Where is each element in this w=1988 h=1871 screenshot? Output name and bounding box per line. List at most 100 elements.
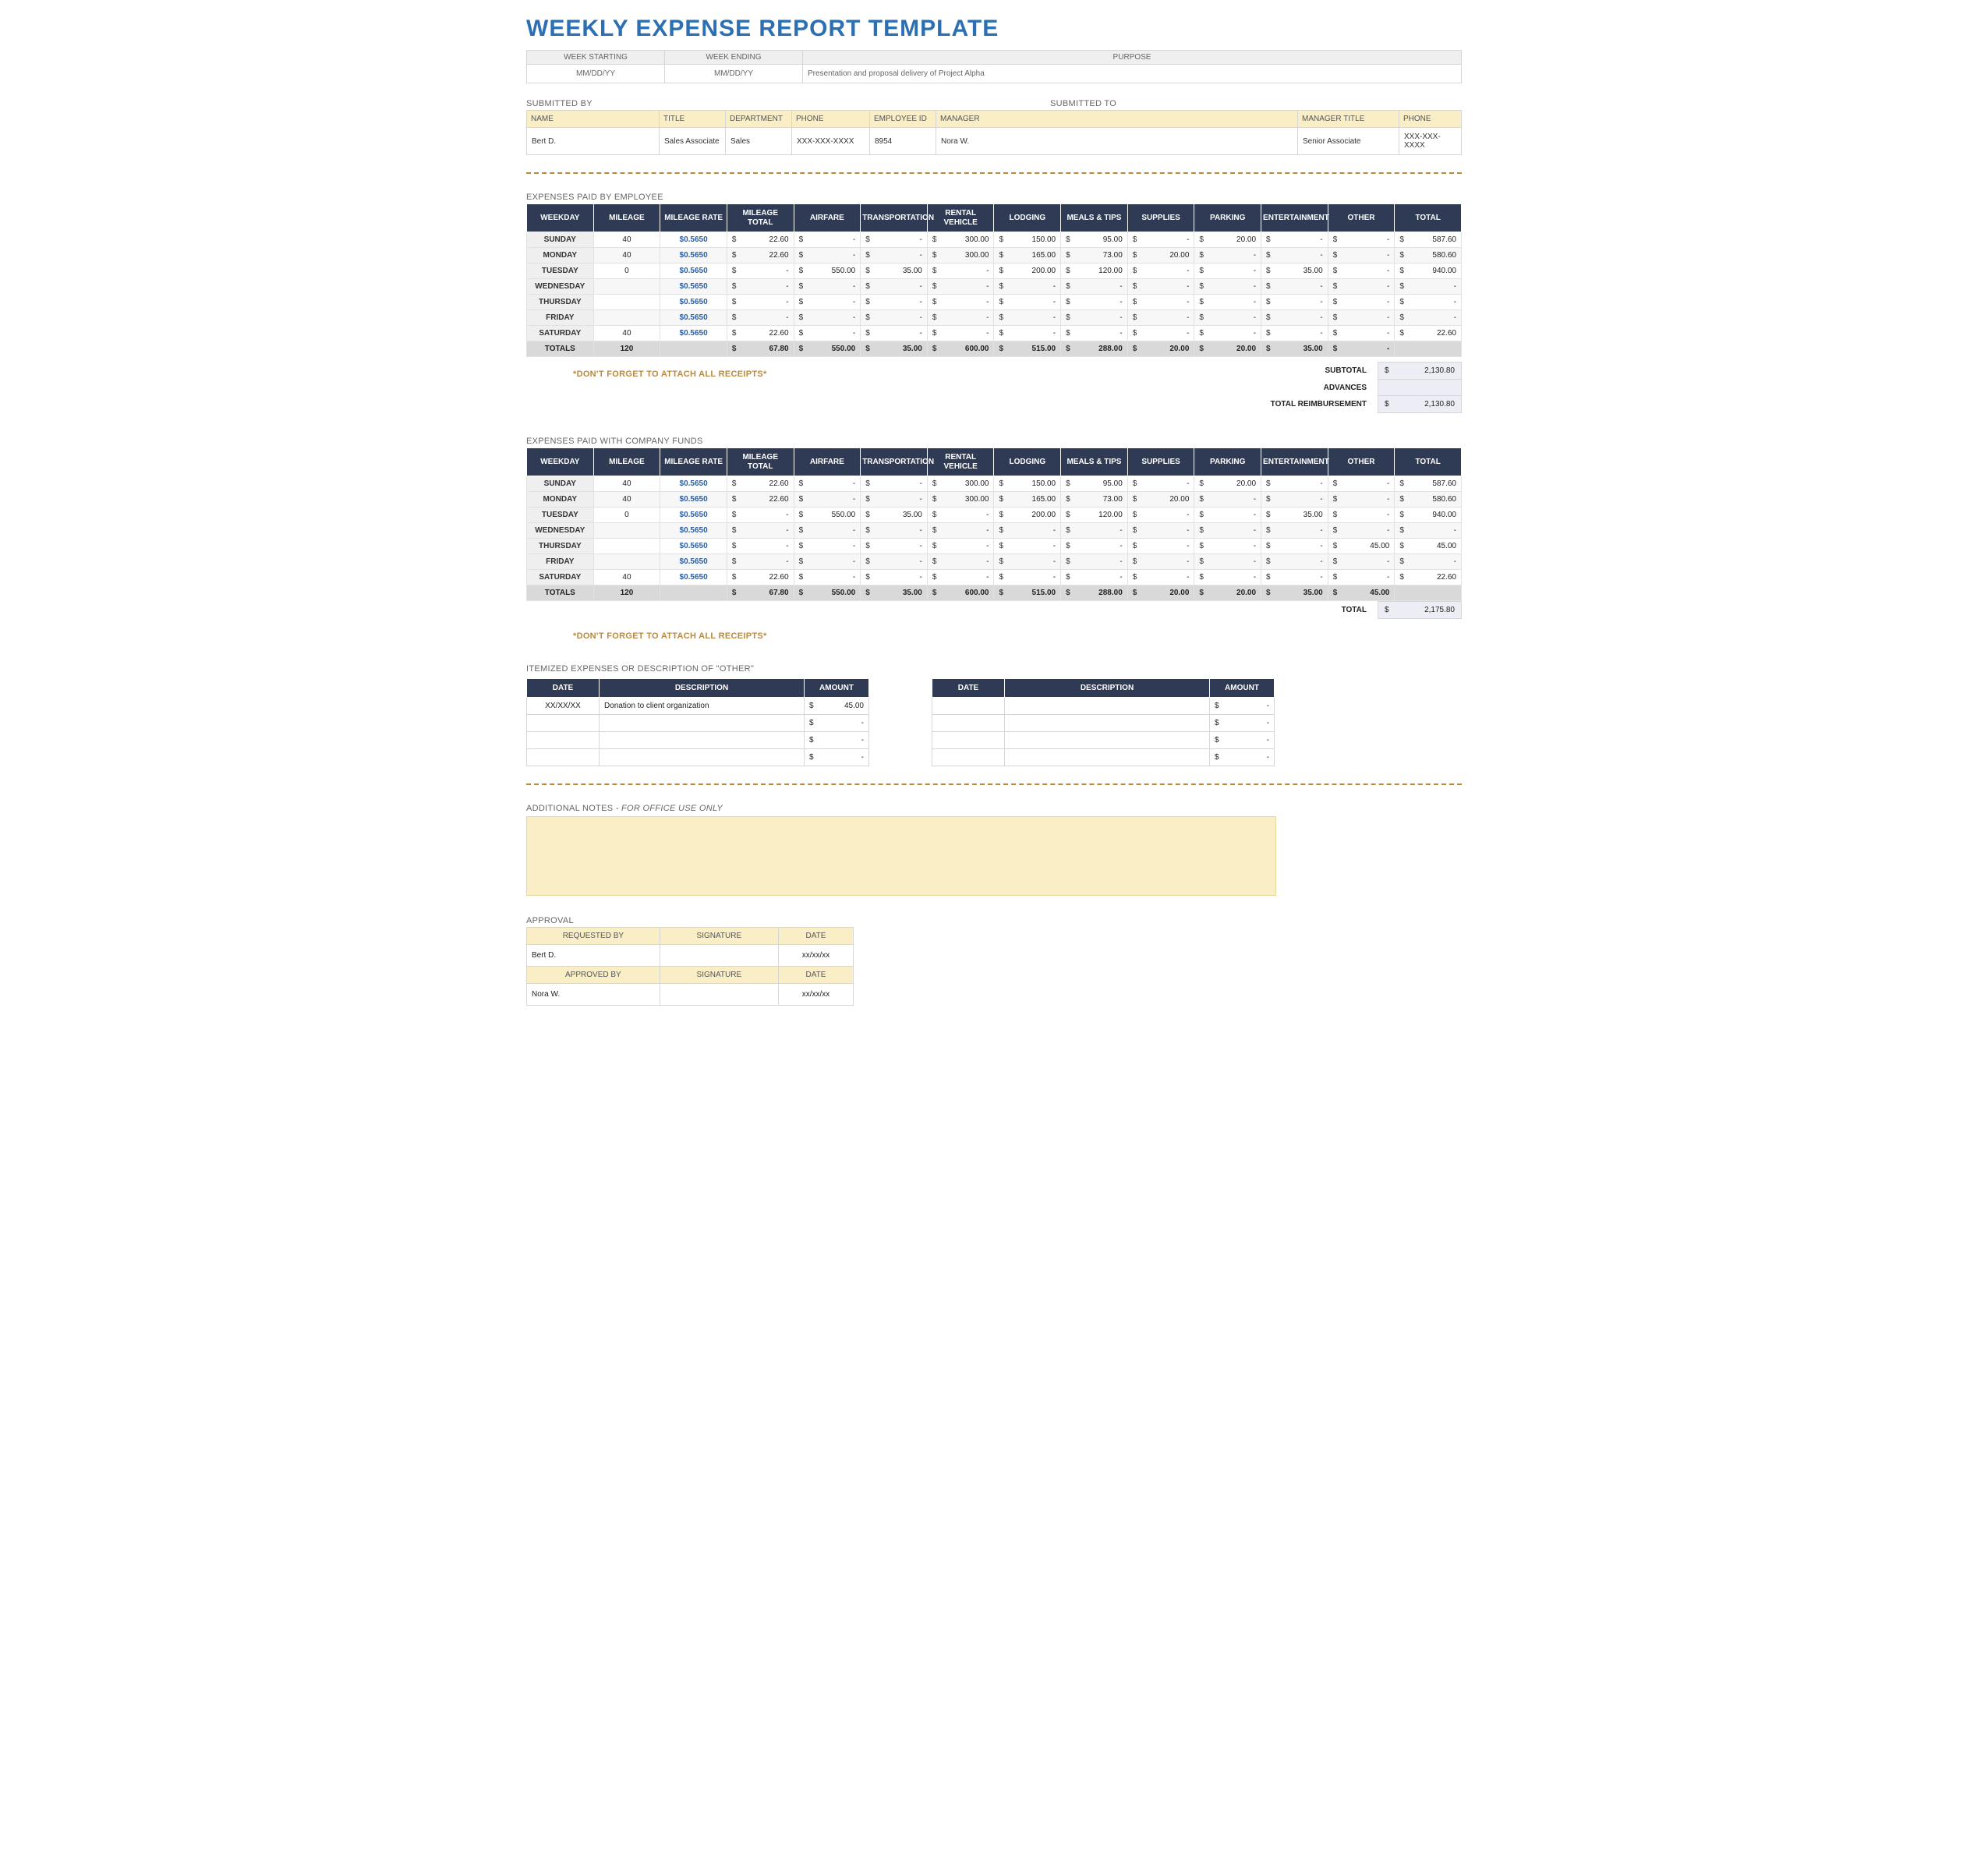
- expense-cell[interactable]: $-: [794, 570, 861, 585]
- item-desc[interactable]: [1005, 749, 1210, 766]
- expense-cell[interactable]: $-: [1194, 310, 1261, 326]
- expense-cell[interactable]: $-: [994, 554, 1061, 570]
- item-desc[interactable]: Donation to client organization: [600, 698, 805, 715]
- mileage-cell[interactable]: [593, 554, 660, 570]
- mileage-cell[interactable]: [593, 295, 660, 310]
- expense-cell[interactable]: $-: [994, 539, 1061, 554]
- item-date[interactable]: [932, 698, 1005, 715]
- expense-cell[interactable]: $-: [1328, 523, 1395, 539]
- mileage-cell[interactable]: 40: [593, 232, 660, 248]
- expense-cell[interactable]: $-: [927, 263, 994, 279]
- manager-phone[interactable]: XXX-XXX-XXXX: [1399, 128, 1462, 155]
- expense-cell[interactable]: $-: [1127, 523, 1194, 539]
- expense-cell[interactable]: $-: [1194, 539, 1261, 554]
- manager-title[interactable]: Senior Associate: [1298, 128, 1399, 155]
- expense-cell[interactable]: $165.00: [994, 492, 1061, 508]
- expense-cell[interactable]: $-: [1127, 232, 1194, 248]
- item-date[interactable]: [932, 732, 1005, 749]
- expense-cell[interactable]: $-: [1127, 295, 1194, 310]
- expense-cell[interactable]: $35.00: [1261, 263, 1328, 279]
- expense-cell[interactable]: $-: [794, 523, 861, 539]
- expense-cell[interactable]: $-: [1261, 539, 1328, 554]
- expense-cell[interactable]: $-: [1127, 554, 1194, 570]
- purpose[interactable]: Presentation and proposal delivery of Pr…: [803, 65, 1462, 83]
- item-desc[interactable]: [1005, 698, 1210, 715]
- expense-cell[interactable]: $-: [1261, 232, 1328, 248]
- expense-cell[interactable]: $-: [1261, 248, 1328, 263]
- expense-cell[interactable]: $-: [1261, 523, 1328, 539]
- expense-cell[interactable]: $-: [1328, 326, 1395, 341]
- expense-cell[interactable]: $-: [1127, 326, 1194, 341]
- expense-cell[interactable]: $-: [794, 476, 861, 492]
- mileage-cell[interactable]: [593, 523, 660, 539]
- expense-cell[interactable]: $-: [994, 570, 1061, 585]
- expense-cell[interactable]: $-: [794, 248, 861, 263]
- approved-date[interactable]: xx/xx/xx: [778, 984, 853, 1006]
- expense-cell[interactable]: $45.00: [1328, 539, 1395, 554]
- item-desc[interactable]: [600, 715, 805, 732]
- expense-cell[interactable]: $-: [861, 310, 928, 326]
- item-date[interactable]: [527, 749, 600, 766]
- expense-cell[interactable]: $73.00: [1061, 492, 1128, 508]
- submitter-name[interactable]: Bert D.: [527, 128, 660, 155]
- expense-cell[interactable]: $-: [927, 570, 994, 585]
- expense-cell[interactable]: $-: [1061, 570, 1128, 585]
- expense-cell[interactable]: $-: [861, 523, 928, 539]
- expense-cell[interactable]: $-: [1261, 295, 1328, 310]
- requested-signature[interactable]: [660, 945, 778, 967]
- expense-cell[interactable]: $-: [1328, 295, 1395, 310]
- item-date[interactable]: [932, 715, 1005, 732]
- item-amount[interactable]: $-: [1210, 732, 1275, 749]
- expense-cell[interactable]: $-: [1194, 295, 1261, 310]
- expense-cell[interactable]: $20.00: [1127, 248, 1194, 263]
- expense-cell[interactable]: $-: [794, 326, 861, 341]
- expense-cell[interactable]: $95.00: [1061, 476, 1128, 492]
- submitter-dept[interactable]: Sales: [726, 128, 792, 155]
- expense-cell[interactable]: $-: [1061, 279, 1128, 295]
- expense-cell[interactable]: $-: [1328, 570, 1395, 585]
- expense-cell[interactable]: $120.00: [1061, 263, 1128, 279]
- expense-cell[interactable]: $-: [861, 232, 928, 248]
- approved-by[interactable]: Nora W.: [527, 984, 660, 1006]
- expense-cell[interactable]: $300.00: [927, 248, 994, 263]
- expense-cell[interactable]: $-: [1328, 554, 1395, 570]
- expense-cell[interactable]: $550.00: [794, 508, 861, 523]
- expense-cell[interactable]: $-: [794, 492, 861, 508]
- expense-cell[interactable]: $-: [1127, 310, 1194, 326]
- week-starting[interactable]: MM/DD/YY: [527, 65, 665, 83]
- expense-cell[interactable]: $-: [1194, 248, 1261, 263]
- expense-cell[interactable]: $-: [1261, 570, 1328, 585]
- expense-cell[interactable]: $-: [1194, 279, 1261, 295]
- expense-cell[interactable]: $-: [1261, 476, 1328, 492]
- notes-textarea[interactable]: [526, 816, 1276, 896]
- expense-cell[interactable]: $-: [861, 492, 928, 508]
- item-amount[interactable]: $-: [805, 715, 869, 732]
- expense-cell[interactable]: $-: [1328, 248, 1395, 263]
- expense-cell[interactable]: $-: [1194, 570, 1261, 585]
- expense-cell[interactable]: $-: [1328, 476, 1395, 492]
- item-amount[interactable]: $45.00: [805, 698, 869, 715]
- mileage-cell[interactable]: 0: [593, 508, 660, 523]
- expense-cell[interactable]: $165.00: [994, 248, 1061, 263]
- expense-cell[interactable]: $-: [1061, 310, 1128, 326]
- mileage-cell[interactable]: 40: [593, 492, 660, 508]
- expense-cell[interactable]: $-: [927, 295, 994, 310]
- mileage-cell[interactable]: 40: [593, 476, 660, 492]
- expense-cell[interactable]: $-: [1328, 263, 1395, 279]
- expense-cell[interactable]: $-: [861, 295, 928, 310]
- expense-cell[interactable]: $-: [927, 508, 994, 523]
- expense-cell[interactable]: $-: [861, 554, 928, 570]
- expense-cell[interactable]: $35.00: [1261, 508, 1328, 523]
- expense-cell[interactable]: $-: [1328, 492, 1395, 508]
- mileage-cell[interactable]: 40: [593, 570, 660, 585]
- expense-cell[interactable]: $-: [794, 295, 861, 310]
- expense-cell[interactable]: $-: [927, 523, 994, 539]
- expense-cell[interactable]: $-: [861, 570, 928, 585]
- expense-cell[interactable]: $-: [1194, 554, 1261, 570]
- expense-cell[interactable]: $-: [1127, 263, 1194, 279]
- expense-cell[interactable]: $-: [1127, 476, 1194, 492]
- expense-cell[interactable]: $-: [927, 310, 994, 326]
- item-desc[interactable]: [1005, 715, 1210, 732]
- expense-cell[interactable]: $-: [1328, 279, 1395, 295]
- expense-cell[interactable]: $35.00: [861, 263, 928, 279]
